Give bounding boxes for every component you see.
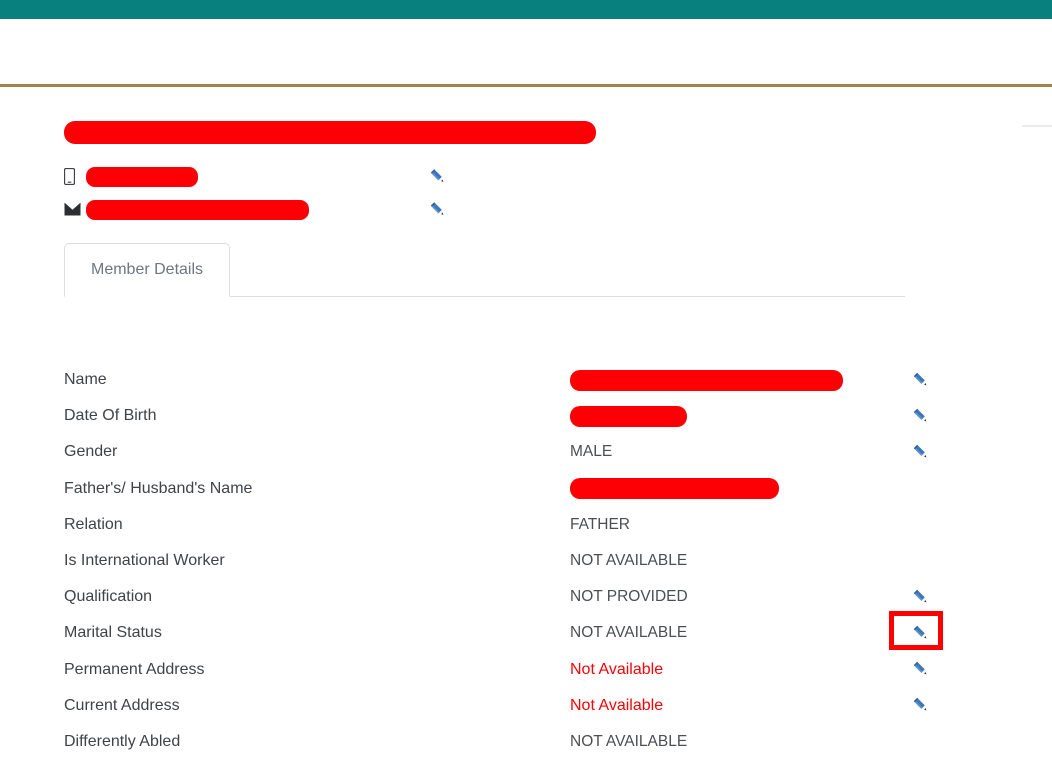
detail-edit-pencil-icon[interactable] — [909, 404, 933, 428]
detail-edit-pencil-icon[interactable] — [909, 440, 933, 464]
pencil-edit-icon[interactable] — [912, 624, 931, 643]
pencil-edit-icon[interactable] — [912, 407, 931, 426]
detail-value: NOT AVAILABLE — [570, 552, 688, 570]
detail-row: Gender MALE — [64, 434, 944, 470]
detail-label: Date Of Birth — [64, 407, 157, 425]
grey-hairline — [1022, 125, 1052, 127]
detail-label: Permanent Address — [64, 660, 205, 678]
detail-label: Marital Status — [64, 624, 162, 642]
detail-row: Qualification NOT PROVIDED — [64, 579, 944, 615]
page-root: Online Services — [0, 0, 1052, 771]
detail-label: Differently Abled — [64, 732, 181, 750]
detail-value: Not Available — [570, 660, 664, 678]
detail-edit-pencil-icon[interactable] — [909, 694, 933, 718]
detail-label: Father's/ Husband's Name — [64, 479, 253, 497]
detail-row: Differently Abled NOT AVAILABLE — [64, 724, 944, 760]
member-identity-block — [64, 118, 944, 226]
member-details-list: Name Date Of Birth Gender MALE Father's/ … — [64, 362, 944, 760]
detail-row: Relation FATHER — [64, 507, 944, 543]
detail-edit-pencil-icon[interactable] — [909, 585, 933, 609]
mobile-row — [64, 160, 944, 193]
detail-value — [570, 369, 944, 391]
detail-row: Current Address Not Available — [64, 688, 944, 724]
mobile-phone-icon — [64, 168, 86, 185]
pencil-edit-icon[interactable] — [912, 696, 931, 715]
detail-value: NOT AVAILABLE — [570, 732, 688, 750]
redacted-value — [570, 405, 687, 427]
detail-label: Current Address — [64, 696, 180, 714]
redacted-value — [570, 478, 779, 500]
mobile-edit-pencil-icon[interactable] — [429, 167, 448, 186]
redacted-member-name — [64, 120, 596, 144]
detail-value — [570, 405, 944, 427]
detail-edit-pencil-icon[interactable] — [909, 368, 933, 392]
redacted-value — [570, 369, 843, 391]
detail-label: Is International Worker — [64, 552, 225, 570]
detail-row: Date Of Birth — [64, 398, 944, 434]
detail-value: FATHER — [570, 515, 630, 533]
detail-row: Permanent Address Not Available — [64, 652, 944, 688]
detail-label: Gender — [64, 443, 118, 461]
detail-row: Name — [64, 362, 944, 398]
gold-divider — [0, 84, 1052, 87]
pencil-edit-icon[interactable] — [912, 660, 931, 679]
detail-value: MALE — [570, 443, 613, 461]
detail-row: Marital Status NOT AVAILABLE — [64, 615, 944, 651]
detail-label: Relation — [64, 515, 123, 533]
redacted-email-address — [86, 199, 309, 220]
redacted-mobile-number — [86, 166, 198, 187]
top-navigation-bar: Online Services — [0, 0, 1052, 19]
detail-value: Not Available — [570, 696, 664, 714]
detail-label: Name — [64, 371, 107, 389]
tab-strip: Member Details — [64, 243, 905, 297]
detail-value: NOT PROVIDED — [570, 588, 688, 606]
detail-label: Qualification — [64, 588, 153, 606]
detail-edit-pencil-icon[interactable] — [909, 621, 933, 645]
detail-row: Is International Worker NOT AVAILABLE — [64, 543, 944, 579]
detail-value — [570, 478, 944, 500]
email-row — [64, 193, 944, 226]
detail-value: NOT AVAILABLE — [570, 624, 688, 642]
email-edit-pencil-icon[interactable] — [429, 200, 448, 219]
tab-member-details[interactable]: Member Details — [64, 243, 231, 297]
pencil-edit-icon[interactable] — [912, 588, 931, 607]
detail-row: Father's/ Husband's Name — [64, 471, 944, 507]
envelope-icon — [64, 203, 86, 216]
detail-edit-pencil-icon[interactable] — [909, 658, 933, 682]
member-name-row — [64, 118, 944, 146]
pencil-edit-icon[interactable] — [912, 443, 931, 462]
pencil-edit-icon[interactable] — [912, 371, 931, 390]
